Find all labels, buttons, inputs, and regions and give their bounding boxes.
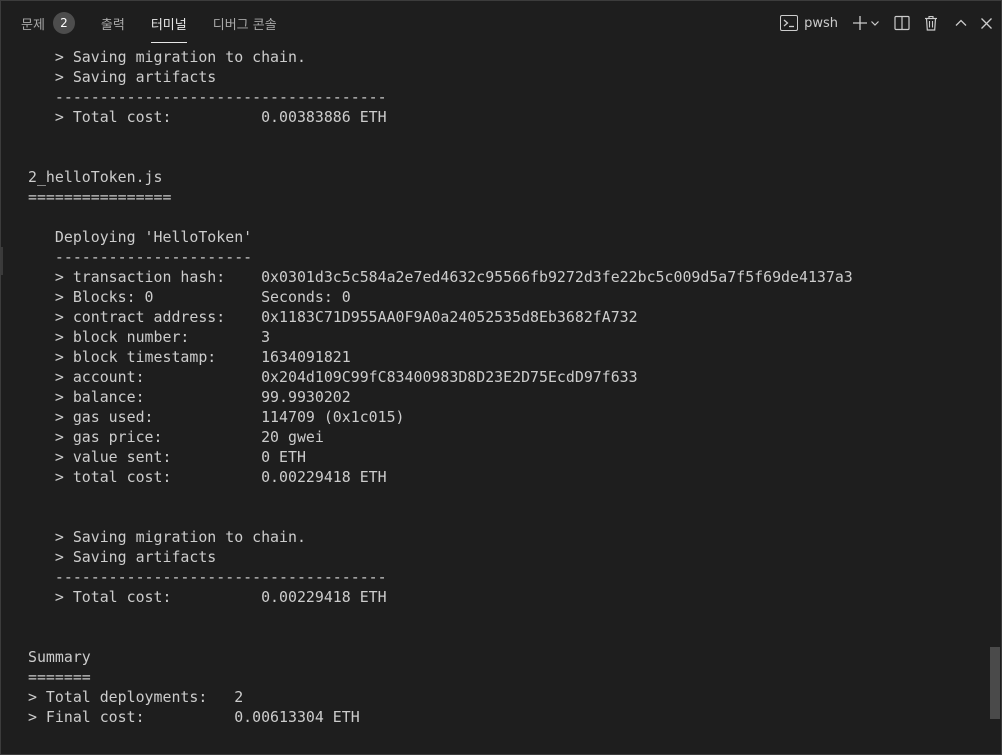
close-panel-button[interactable]	[980, 9, 993, 37]
terminal-line: > Saving migration to chain.	[28, 48, 306, 66]
terminal-line: ================	[28, 188, 172, 206]
tab-label: 디버그 콘솔	[212, 17, 277, 33]
terminal-line: > value sent: 0 ETH	[28, 448, 306, 466]
terminal-line: > total cost: 0.00229418 ETH	[28, 468, 387, 486]
terminal-scrollbar[interactable]	[989, 45, 1001, 754]
terminal-profile-dropdown[interactable]	[870, 9, 880, 37]
tab-output[interactable]: 출력	[101, 1, 125, 45]
problems-count-badge: 2	[52, 12, 75, 34]
terminal-line: > Final cost: 0.00613304 ETH	[28, 708, 360, 726]
terminal-line: > gas price: 20 gwei	[28, 428, 324, 446]
terminal-line: > block number: 3	[28, 328, 271, 346]
shell-label: pwsh	[804, 15, 838, 31]
panel-actions: pwsh	[780, 1, 993, 45]
terminal-line: > transaction hash: 0x0301d3c5c584a2e7ed…	[28, 268, 853, 286]
close-icon	[980, 17, 993, 30]
tab-label: 문제	[21, 17, 45, 33]
terminal-shell-selector[interactable]: pwsh	[780, 9, 838, 37]
plus-icon	[852, 15, 868, 31]
new-terminal-button[interactable]	[852, 9, 868, 37]
tab-label: 터미널	[150, 17, 187, 33]
trash-icon	[924, 15, 938, 31]
terminal-line: 2_helloToken.js	[28, 168, 163, 186]
terminal-line: > Saving artifacts	[28, 68, 217, 86]
terminal-line: > contract address: 0x1183C71D955AA0F9A0…	[28, 308, 638, 326]
sash-mark	[1, 247, 3, 275]
terminal-line: > Total deployments: 2	[28, 688, 244, 706]
chevron-up-icon	[954, 16, 968, 30]
terminal-line: > balance: 99.9930202	[28, 388, 351, 406]
terminal-output[interactable]: > Saving migration to chain. > Saving ar…	[1, 45, 991, 754]
tab-debug-console[interactable]: 디버그 콘솔	[213, 1, 277, 45]
terminal-line: > Total cost: 0.00383886 ETH	[28, 108, 387, 126]
terminal-line: > Saving artifacts	[28, 548, 217, 566]
tab-problems[interactable]: 문제 2	[21, 1, 75, 45]
panel-tabs: 문제 2 출력 터미널 디버그 콘솔	[21, 1, 303, 45]
terminal-line: > Total cost: 0.00229418 ETH	[28, 588, 387, 606]
terminal-line: Deploying 'HelloToken'	[28, 228, 253, 246]
terminal-line: > gas used: 114709 (0x1c015)	[28, 408, 405, 426]
terminal-line: > Saving migration to chain.	[28, 528, 306, 546]
terminal-line: Summary	[28, 648, 91, 666]
terminal-text: > Saving migration to chain. > Saving ar…	[28, 47, 853, 727]
terminal-panel: 문제 2 출력 터미널 디버그 콘솔 pwsh > Saving migrati…	[0, 0, 1002, 755]
terminal-line: > Blocks: 0 Seconds: 0	[28, 288, 351, 306]
split-icon	[894, 15, 910, 31]
scrollbar-thumb[interactable]	[990, 647, 1000, 719]
chevron-down-icon	[870, 18, 880, 28]
terminal-line: > block timestamp: 1634091821	[28, 348, 351, 366]
terminal-line: =======	[28, 668, 91, 686]
split-terminal-button[interactable]	[894, 9, 910, 37]
tab-terminal[interactable]: 터미널	[150, 1, 187, 45]
panel-header: 문제 2 출력 터미널 디버그 콘솔 pwsh	[1, 1, 1001, 45]
terminal-line: -------------------------------------	[28, 568, 387, 586]
terminal-line: -------------------------------------	[28, 88, 387, 106]
tab-label: 출력	[100, 17, 125, 33]
kill-terminal-button[interactable]	[924, 9, 938, 37]
maximize-panel-button[interactable]	[954, 9, 968, 37]
terminal-icon	[780, 15, 799, 31]
terminal-line: > account: 0x204d109C99fC83400983D8D23E2…	[28, 368, 638, 386]
terminal-line: ----------------------	[28, 248, 253, 266]
